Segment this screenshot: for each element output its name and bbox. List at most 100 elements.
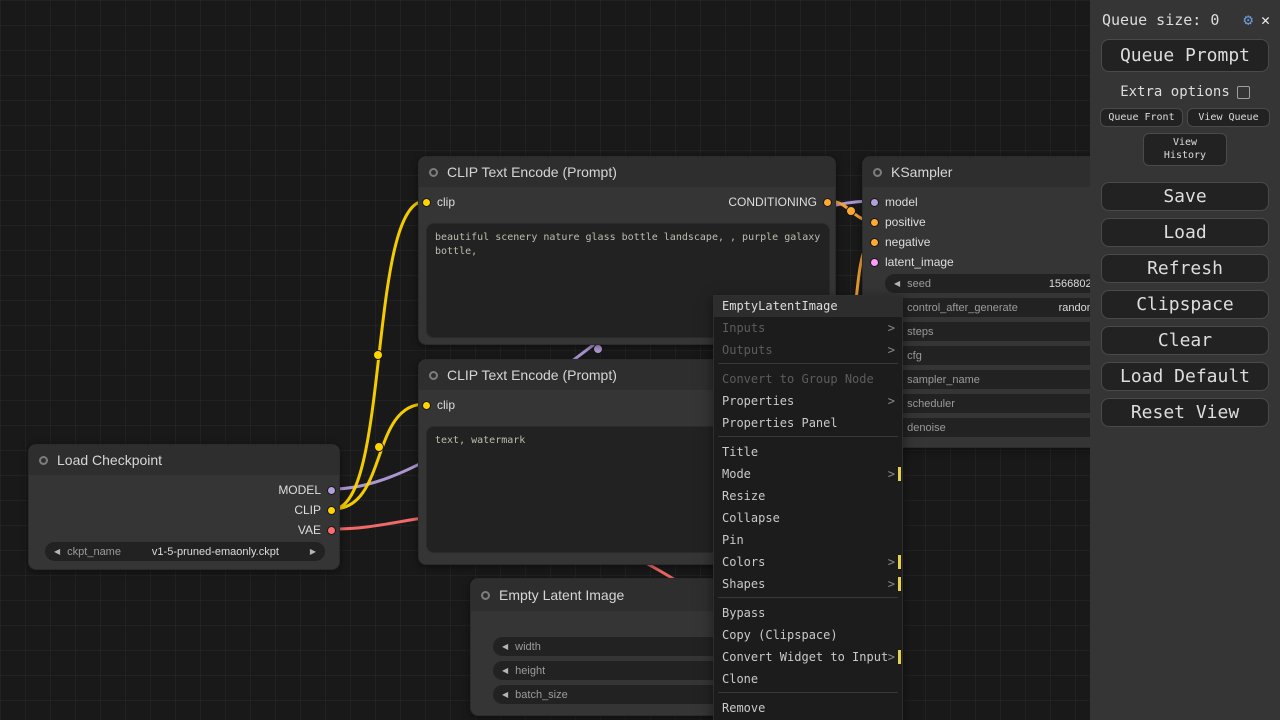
link-midpoint-dot (593, 344, 603, 354)
reset-view-button[interactable]: Reset View (1101, 398, 1269, 427)
input-slot-negative[interactable]: negative (870, 234, 930, 250)
load-button[interactable]: Load (1101, 218, 1269, 247)
scheduler-widget[interactable]: ◀ scheduler (885, 394, 1119, 413)
collapse-dot[interactable] (429, 167, 438, 177)
decrement-arrow-icon[interactable]: ◀ (894, 279, 900, 288)
slot-dot-latent[interactable] (870, 257, 879, 267)
slot-dot-clip[interactable] (327, 505, 336, 515)
submenu-arrow-icon: > (887, 650, 895, 664)
slot-dot-model[interactable] (327, 485, 336, 495)
next-arrow-icon[interactable]: ▶ (310, 547, 316, 556)
menu-item-remove[interactable]: Remove (714, 697, 902, 719)
decrement-arrow-icon[interactable]: ◀ (502, 642, 508, 651)
slot-label: clip (437, 195, 456, 209)
widget-label: control_after_generate (907, 301, 1018, 314)
close-icon[interactable]: ✕ (1261, 11, 1270, 29)
link-midpoint-dot (373, 350, 383, 360)
collapse-dot[interactable] (429, 370, 438, 380)
submenu-arrow-icon: > (887, 555, 895, 569)
collapse-dot[interactable] (481, 590, 490, 600)
menu-separator (718, 692, 898, 695)
decrement-arrow-icon[interactable]: ◀ (502, 666, 508, 675)
control-after-generate-widget[interactable]: ◀ control_after_generate randomize (885, 298, 1119, 317)
queue-size-label: Queue size: 0 (1102, 10, 1220, 29)
cfg-widget[interactable]: ◀ cfg (885, 346, 1119, 365)
node-titlebar[interactable]: Load Checkpoint (29, 445, 339, 475)
menu-item-copy-clipspace[interactable]: Copy (Clipspace) (714, 624, 902, 646)
menu-item-title[interactable]: Title (714, 441, 902, 463)
slot-label: CONDITIONING (728, 195, 817, 209)
node-load-checkpoint[interactable]: Load Checkpoint MODEL CLIP VAE ◀ ckpt_na… (28, 444, 340, 570)
menu-item-shapes[interactable]: Shapes > (714, 573, 902, 595)
slot-dot-model[interactable] (870, 197, 879, 207)
input-slot-model[interactable]: model (870, 194, 918, 210)
node-graph-canvas[interactable]: CLIP Text Encode (Prompt) clip CONDITION… (0, 0, 1280, 720)
ckpt-name-widget[interactable]: ◀ ckpt_name v1-5-pruned-emaonly.ckpt ▶ (45, 542, 325, 561)
output-slot-clip[interactable]: CLIP (294, 502, 336, 518)
clear-button[interactable]: Clear (1101, 326, 1269, 355)
node-titlebar[interactable]: CLIP Text Encode (Prompt) (419, 157, 835, 187)
menu-item-collapse[interactable]: Collapse (714, 507, 902, 529)
node-title: Load Checkpoint (57, 452, 163, 468)
menu-item-pin[interactable]: Pin (714, 529, 902, 551)
steps-widget[interactable]: ◀ steps (885, 322, 1119, 341)
load-default-button[interactable]: Load Default (1101, 362, 1269, 391)
seed-widget[interactable]: ◀ seed 1566802087 (885, 274, 1119, 293)
input-slot-latent-image[interactable]: latent_image (870, 254, 954, 270)
sampler-name-widget[interactable]: ◀ sampler_name (885, 370, 1119, 389)
save-button[interactable]: Save (1101, 182, 1269, 211)
widget-label: denoise (907, 421, 946, 434)
slot-dot-vae[interactable] (327, 525, 336, 535)
input-slot-clip[interactable]: clip (422, 397, 455, 413)
comfy-menu-panel: Queue size: 0 ⚙ ✕ Queue Prompt Extra opt… (1090, 0, 1280, 720)
node-title: CLIP Text Encode (Prompt) (447, 164, 617, 180)
slot-dot-clip[interactable] (422, 400, 431, 410)
slot-dot-clip[interactable] (422, 197, 431, 207)
menu-separator (718, 597, 898, 600)
menu-item-clone[interactable]: Clone (714, 668, 902, 690)
menu-item-mode[interactable]: Mode > (714, 463, 902, 485)
submenu-arrow-icon: > (887, 343, 895, 357)
widget-label: cfg (907, 349, 922, 362)
widget-label: sampler_name (907, 373, 980, 386)
menu-item-colors[interactable]: Colors > (714, 551, 902, 573)
slot-dot-conditioning[interactable] (870, 237, 879, 247)
clipspace-button[interactable]: Clipspace (1101, 290, 1269, 319)
menu-item-convert-to-group-node: Convert to Group Node (722, 372, 874, 386)
node-title: CLIP Text Encode (Prompt) (447, 367, 617, 383)
view-queue-button[interactable]: View Queue (1187, 108, 1270, 127)
collapse-dot[interactable] (873, 167, 882, 177)
queue-prompt-button[interactable]: Queue Prompt (1101, 39, 1269, 72)
collapse-dot[interactable] (39, 455, 48, 465)
refresh-button[interactable]: Refresh (1101, 254, 1269, 283)
decrement-arrow-icon[interactable]: ◀ (502, 690, 508, 699)
output-slot-conditioning[interactable]: CONDITIONING (728, 194, 832, 210)
menu-item-convert-widget-to-input[interactable]: Convert Widget to Input > (714, 646, 902, 668)
view-history-button[interactable]: View History (1143, 133, 1227, 166)
slot-dot-conditioning[interactable] (870, 217, 879, 227)
widget-value: v1-5-pruned-emaonly.ckpt (151, 545, 279, 558)
slot-label: VAE (297, 523, 321, 537)
menu-item-properties-panel[interactable]: Properties Panel (714, 412, 902, 434)
menu-item-resize[interactable]: Resize (714, 485, 902, 507)
input-slot-positive[interactable]: positive (870, 214, 926, 230)
submenu-arrow-icon: > (887, 394, 895, 408)
submenu-arrow-icon: > (887, 577, 895, 591)
submenu-accent-mark (898, 555, 901, 569)
output-slot-model[interactable]: MODEL (278, 482, 336, 498)
menu-item-outputs: Outputs > (714, 339, 902, 361)
prev-arrow-icon[interactable]: ◀ (54, 547, 60, 556)
submenu-accent-mark (898, 467, 901, 481)
link-midpoint-dot (374, 442, 384, 452)
output-slot-vae[interactable]: VAE (298, 522, 336, 538)
submenu-accent-mark (898, 577, 901, 591)
queue-front-button[interactable]: Queue Front (1100, 108, 1183, 127)
settings-gear-icon[interactable]: ⚙ (1243, 10, 1253, 29)
extra-options-checkbox[interactable] (1236, 85, 1250, 99)
input-slot-clip[interactable]: clip (422, 194, 455, 210)
denoise-widget[interactable]: ◀ denoise (885, 418, 1119, 437)
slot-dot-conditioning[interactable] (823, 197, 832, 207)
menu-item-bypass[interactable]: Bypass (714, 602, 902, 624)
menu-item-properties[interactable]: Properties > (714, 390, 902, 412)
widget-label: height (515, 664, 546, 677)
